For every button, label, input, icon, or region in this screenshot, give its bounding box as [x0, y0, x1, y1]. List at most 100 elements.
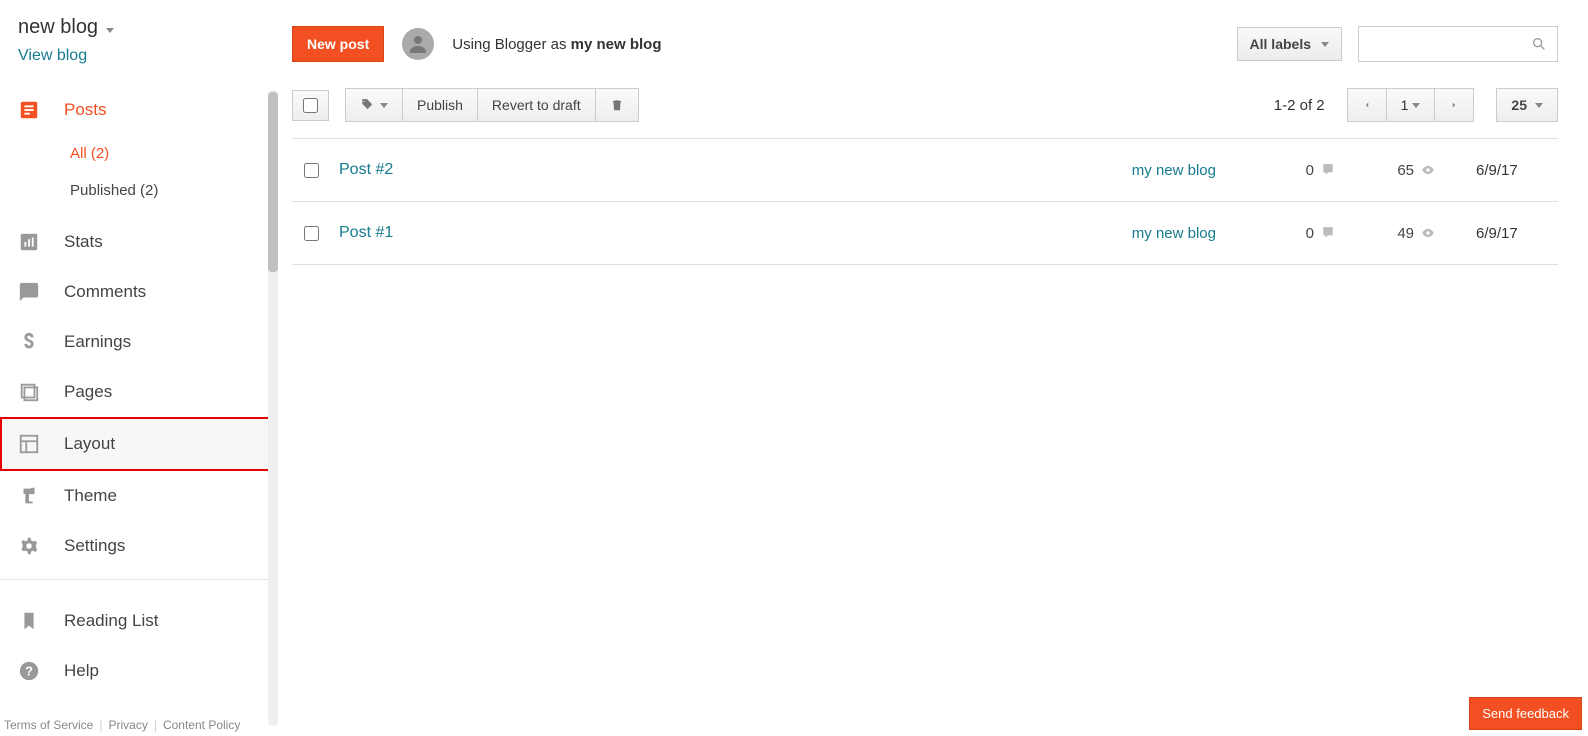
toolbar: Publish Revert to draft 1-2 of 2 1 25: [292, 84, 1558, 138]
post-date: 6/9/17: [1476, 225, 1546, 242]
pager: 1: [1347, 88, 1475, 122]
row-checkbox[interactable]: [304, 163, 319, 178]
sidebar-item-settings[interactable]: Settings: [0, 521, 278, 571]
divider: [0, 579, 278, 580]
stats-icon: [18, 231, 40, 253]
tag-dropdown-button[interactable]: [345, 88, 403, 122]
nav-label: Settings: [64, 536, 125, 556]
views-count: 49: [1376, 225, 1436, 242]
sidebar-scrollbar[interactable]: [268, 90, 278, 726]
trash-icon: [610, 98, 624, 112]
footer-links: Terms of Service | Privacy | Content Pol…: [4, 718, 240, 732]
chevron-right-icon: [1449, 100, 1459, 110]
eye-icon: [1420, 226, 1436, 240]
post-date: 6/9/17: [1476, 162, 1546, 179]
nav-label: Layout: [64, 434, 115, 454]
nav-label: Earnings: [64, 332, 131, 352]
search-input[interactable]: [1358, 26, 1558, 62]
nav-list-2: Stats Comments Earnings Pages Layout The…: [0, 217, 278, 571]
pager-current: 1: [1401, 97, 1409, 113]
avatar: [402, 28, 434, 60]
nav-label: Help: [64, 661, 99, 681]
posts-table: Post #2 my new blog 0 65 6/9/17 Post #1 …: [292, 138, 1558, 265]
sidebar-item-layout[interactable]: Layout: [0, 417, 278, 471]
caret-down-icon: [106, 20, 114, 36]
publish-button[interactable]: Publish: [403, 88, 478, 122]
pages-icon: [18, 381, 40, 403]
per-page-value: 25: [1511, 97, 1527, 113]
comment-icon: [1320, 163, 1336, 177]
sidebar-item-reading-list[interactable]: Reading List: [0, 596, 278, 646]
post-title-link[interactable]: Post #1: [339, 224, 1112, 242]
nav-label: Theme: [64, 486, 117, 506]
posts-subnav: All (2) Published (2): [0, 135, 278, 209]
table-row: Post #2 my new blog 0 65 6/9/17: [292, 139, 1558, 202]
send-feedback-button[interactable]: Send feedback: [1469, 697, 1582, 730]
nav-label: Pages: [64, 382, 112, 402]
comments-count: 0: [1276, 225, 1336, 242]
help-icon: ?: [18, 660, 40, 682]
using-name: my new blog: [571, 36, 662, 53]
sidebar-item-earnings[interactable]: Earnings: [0, 317, 278, 367]
using-blogger-text: Using Blogger as my new blog: [452, 36, 661, 53]
sidebar-item-pages[interactable]: Pages: [0, 367, 278, 417]
settings-icon: [18, 535, 40, 557]
view-blog-link[interactable]: View blog: [0, 43, 278, 77]
post-author-link[interactable]: my new blog: [1132, 162, 1216, 179]
subnav-all[interactable]: All (2): [70, 135, 278, 172]
caret-down-icon: [1535, 103, 1543, 108]
labels-dropdown[interactable]: All labels: [1237, 27, 1342, 61]
sidebar-item-comments[interactable]: Comments: [0, 267, 278, 317]
nav-label: Stats: [64, 232, 103, 252]
nav-label: Reading List: [64, 611, 159, 631]
nav-list-3: Reading List ? Help: [0, 596, 278, 696]
chevron-left-icon: [1362, 100, 1372, 110]
nav-label: Posts: [64, 100, 107, 120]
terms-link[interactable]: Terms of Service: [4, 718, 93, 732]
blog-name: new blog: [18, 16, 98, 39]
sidebar-item-posts[interactable]: Posts: [0, 85, 278, 135]
nav-list: Posts: [0, 85, 278, 135]
comment-icon: [1320, 226, 1336, 240]
pager-next-button[interactable]: [1435, 88, 1474, 122]
content-policy-link[interactable]: Content Policy: [163, 718, 240, 732]
pager-prev-button[interactable]: [1347, 88, 1387, 122]
nav-label: Comments: [64, 282, 146, 302]
search-icon: [1531, 36, 1547, 52]
per-page-dropdown[interactable]: 25: [1496, 88, 1558, 122]
sidebar-item-theme[interactable]: Theme: [0, 471, 278, 521]
main-content: New post Using Blogger as my new blog Al…: [278, 0, 1588, 736]
caret-down-icon: [1412, 103, 1420, 108]
sidebar-item-stats[interactable]: Stats: [0, 217, 278, 267]
post-author-link[interactable]: my new blog: [1132, 225, 1216, 242]
table-row: Post #1 my new blog 0 49 6/9/17: [292, 202, 1558, 265]
posts-icon: [18, 99, 40, 121]
layout-icon: [18, 433, 40, 455]
blog-selector[interactable]: new blog: [0, 0, 278, 43]
comments-count: 0: [1276, 162, 1336, 179]
tag-icon: [360, 98, 374, 112]
sidebar: new blog View blog Posts All (2) Publish…: [0, 0, 278, 736]
pager-page-dropdown[interactable]: 1: [1387, 88, 1436, 122]
svg-text:?: ?: [25, 664, 33, 679]
delete-button[interactable]: [596, 88, 639, 122]
select-all-checkbox[interactable]: [292, 90, 329, 121]
eye-icon: [1420, 163, 1436, 177]
sidebar-item-help[interactable]: ? Help: [0, 646, 278, 696]
caret-down-icon: [380, 103, 388, 108]
labels-dd-text: All labels: [1250, 36, 1311, 52]
caret-down-icon: [1321, 42, 1329, 47]
main-header: New post Using Blogger as my new blog Al…: [292, 0, 1558, 84]
comments-icon: [18, 281, 40, 303]
theme-icon: [18, 485, 40, 507]
new-post-button[interactable]: New post: [292, 26, 384, 62]
privacy-link[interactable]: Privacy: [108, 718, 147, 732]
earnings-icon: [18, 331, 40, 353]
post-title-link[interactable]: Post #2: [339, 161, 1112, 179]
views-count: 65: [1376, 162, 1436, 179]
bookmark-icon: [18, 610, 40, 632]
using-prefix: Using Blogger as: [452, 36, 570, 53]
revert-button[interactable]: Revert to draft: [478, 88, 596, 122]
row-checkbox[interactable]: [304, 226, 319, 241]
subnav-published[interactable]: Published (2): [70, 172, 278, 209]
